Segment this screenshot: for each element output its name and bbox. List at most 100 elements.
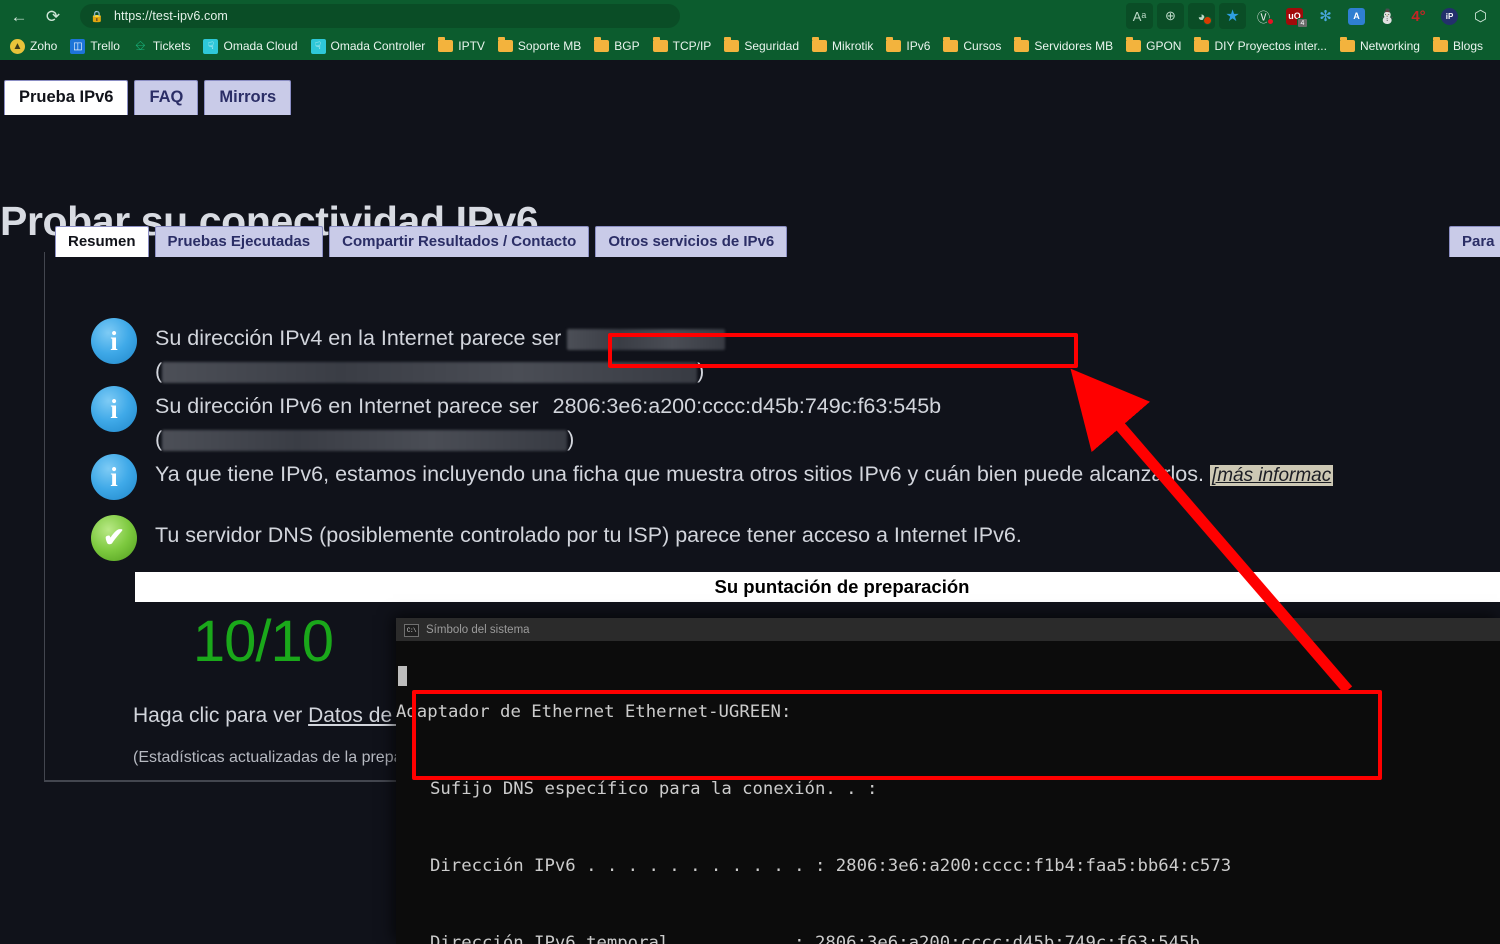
ipv4-label: Su dirección IPv4 en la Internet parece … bbox=[155, 326, 562, 350]
bookmark-label: Tickets bbox=[152, 39, 191, 53]
folder-icon bbox=[1339, 37, 1355, 52]
tab-mirrors[interactable]: Mirrors bbox=[204, 80, 292, 115]
result-tabs: Resumen Pruebas Ejecutadas Compartir Res… bbox=[55, 226, 788, 257]
folder-icon bbox=[594, 37, 610, 52]
bookmark-folder-tcpip[interactable]: TCP/IP bbox=[647, 36, 718, 56]
address-bar[interactable]: 🔒 https://test-ipv6.com bbox=[80, 4, 680, 28]
score-header: Su puntación de preparación bbox=[135, 572, 1500, 602]
bookmark-folder-networking[interactable]: Networking bbox=[1334, 36, 1426, 56]
bookmark-folder-blogs[interactable]: Blogs bbox=[1427, 36, 1489, 56]
folder-icon bbox=[1126, 37, 1142, 52]
ipv4-isp-line: () bbox=[155, 359, 705, 384]
message-text: Ya que tiene IPv6, estamos incluyendo un… bbox=[155, 454, 1334, 491]
bookmark-folder-mikrotik[interactable]: Mikrotik bbox=[806, 36, 879, 56]
read-aloud-icon[interactable]: Aᵃ bbox=[1126, 3, 1153, 29]
message-ipv4: i Su dirección IPv4 en la Internet parec… bbox=[91, 318, 726, 389]
folder-icon bbox=[812, 37, 828, 52]
folder-icon bbox=[1014, 37, 1030, 52]
back-arrow-icon[interactable]: ← bbox=[4, 1, 34, 31]
extension-ublock-icon[interactable]: uO 4 bbox=[1281, 3, 1308, 29]
cmd-cursor bbox=[398, 666, 407, 686]
tab-otros-servicios[interactable]: Otros servicios de IPv6 bbox=[595, 226, 788, 257]
bookmark-label: Blogs bbox=[1452, 39, 1484, 53]
browser-essentials-icon[interactable]: ◕ bbox=[1188, 3, 1215, 29]
bookmarks-bar: ▲ Zoho ◫ Trello ⎒ Tickets ☟ Omada Cloud … bbox=[0, 32, 1500, 60]
console-icon: C:\ bbox=[404, 623, 419, 637]
bookmark-folder-ipv6[interactable]: IPv6 bbox=[880, 36, 936, 56]
ipv6-table-text: Ya que tiene IPv6, estamos incluyendo un… bbox=[155, 462, 1204, 486]
extension-ip-icon[interactable]: iP bbox=[1436, 3, 1463, 29]
folder-icon bbox=[724, 37, 740, 52]
bookmark-trello[interactable]: ◫ Trello bbox=[64, 36, 126, 57]
notification-badge bbox=[1203, 16, 1212, 25]
cmd-line-dns-suffix: Sufijo DNS específico para la conexión. … bbox=[430, 778, 878, 799]
message-text: Tu servidor DNS (posiblemente controlado… bbox=[155, 523, 1022, 547]
zoho-icon: ▲ bbox=[10, 38, 25, 54]
bookmark-omada-controller[interactable]: ☟ Omada Controller bbox=[305, 36, 432, 57]
bookmark-folder-servidores-mb[interactable]: Servidores MB bbox=[1008, 36, 1119, 56]
bookmark-label: Mikrotik bbox=[832, 39, 874, 53]
tab-compartir-resultados[interactable]: Compartir Resultados / Contacto bbox=[329, 226, 590, 257]
tab-resumen[interactable]: Resumen bbox=[55, 226, 149, 257]
weather-temp-icon[interactable]: 4° bbox=[1405, 3, 1432, 29]
isp-name-redacted bbox=[162, 362, 698, 384]
bookmark-tickets[interactable]: ⎒ Tickets bbox=[127, 36, 197, 57]
tab-faq[interactable]: FAQ bbox=[134, 80, 199, 115]
extension-shield-icon[interactable]: Ⓥ bbox=[1250, 3, 1277, 29]
cmd-window-title: Símbolo del sistema bbox=[426, 624, 530, 636]
bookmark-folder-diy[interactable]: DIY Proyectos inter... bbox=[1188, 36, 1333, 56]
ipv6-hostname-redacted bbox=[162, 430, 568, 452]
bookmark-omada-cloud[interactable]: ☟ Omada Cloud bbox=[197, 36, 303, 57]
info-icon: i bbox=[91, 454, 137, 500]
bookmark-label: Cursos bbox=[963, 39, 1002, 53]
ipv6-hostname-line: () bbox=[155, 427, 575, 452]
mas-informacion-link[interactable]: [más informac bbox=[1209, 465, 1334, 486]
extension-blue-icon[interactable]: ✻ bbox=[1312, 3, 1339, 29]
score-value: 10/10 bbox=[192, 609, 334, 674]
command-prompt-window[interactable]: C:\ Símbolo del sistema Adaptador de Eth… bbox=[396, 618, 1500, 944]
tab-pruebas-ejecutadas[interactable]: Pruebas Ejecutadas bbox=[154, 226, 324, 257]
message-text: Su dirección IPv4 en la Internet parece … bbox=[155, 318, 726, 389]
browser-chrome: ← ⟳ 🔒 https://test-ipv6.com Aᵃ ⊕ ◕ ★ Ⓥ u… bbox=[0, 0, 1500, 60]
bookmark-label: Networking bbox=[1359, 39, 1420, 53]
ublock-count-badge: 4 bbox=[1297, 18, 1308, 28]
bookmark-label: Zoho bbox=[30, 39, 58, 53]
favorites-star-icon[interactable]: ★ bbox=[1219, 3, 1246, 29]
bookmark-label: IPTV bbox=[458, 39, 485, 53]
bookmark-folder-iptv[interactable]: IPTV bbox=[432, 36, 491, 56]
extension-mustache-icon[interactable]: ⛄ bbox=[1374, 3, 1401, 29]
omada-controller-icon: ☟ bbox=[310, 38, 326, 54]
bookmark-label: IPv6 bbox=[906, 39, 931, 53]
site-nav-tabs: Prueba IPv6 FAQ Mirrors bbox=[4, 80, 292, 115]
bookmark-label: Omada Controller bbox=[330, 39, 426, 53]
click-prefix: Haga clic para ver bbox=[133, 704, 309, 727]
message-text: Su dirección IPv6 en Internet parece ser… bbox=[155, 386, 941, 457]
message-dns: ✔ Tu servidor DNS (posiblemente controla… bbox=[91, 515, 1022, 561]
cmd-line-ipv6: Dirección IPv6 . . . . . . . . . . . : 2… bbox=[430, 855, 1232, 876]
cmd-titlebar[interactable]: C:\ Símbolo del sistema bbox=[396, 619, 1500, 641]
bookmark-folder-cursos[interactable]: Cursos bbox=[937, 36, 1007, 56]
tab-para[interactable]: Para bbox=[1449, 226, 1500, 257]
bookmark-label: GPON bbox=[1146, 39, 1182, 53]
toolbar-icon-group: Aᵃ ⊕ ◕ ★ Ⓥ uO 4 ✻ A ⛄ 4° iP ⬡ bbox=[1126, 3, 1500, 29]
lock-icon: 🔒 bbox=[90, 10, 104, 23]
bookmark-folder-gpon[interactable]: GPON bbox=[1120, 36, 1187, 56]
ipv6-address-value: 2806:3e6:a200:cccc:d45b:749c:f63:545b bbox=[552, 394, 942, 418]
check-icon: ✔ bbox=[91, 515, 137, 561]
zoom-icon[interactable]: ⊕ bbox=[1157, 3, 1184, 29]
shield-badge bbox=[1267, 18, 1274, 25]
bookmark-label: Soporte MB bbox=[517, 39, 582, 53]
tab-prueba-ipv6[interactable]: Prueba IPv6 bbox=[4, 80, 129, 115]
bookmark-folder-seguridad[interactable]: Seguridad bbox=[718, 36, 805, 56]
bookmark-zoho[interactable]: ▲ Zoho bbox=[4, 36, 63, 57]
folder-icon bbox=[652, 37, 668, 52]
info-icon: i bbox=[91, 318, 137, 364]
bookmark-folder-bgp[interactable]: BGP bbox=[588, 36, 645, 56]
extension-translate-icon[interactable]: A bbox=[1343, 3, 1370, 29]
omada-cloud-icon: ☟ bbox=[203, 38, 219, 54]
trello-icon: ◫ bbox=[70, 38, 86, 54]
bookmark-folder-soporte-mb[interactable]: Soporte MB bbox=[492, 36, 587, 56]
cmd-output: Adaptador de Ethernet Ethernet-UGREEN: S… bbox=[396, 641, 1500, 944]
reload-icon[interactable]: ⟳ bbox=[38, 1, 68, 31]
copilot-icon[interactable]: ⬡ bbox=[1467, 3, 1494, 29]
